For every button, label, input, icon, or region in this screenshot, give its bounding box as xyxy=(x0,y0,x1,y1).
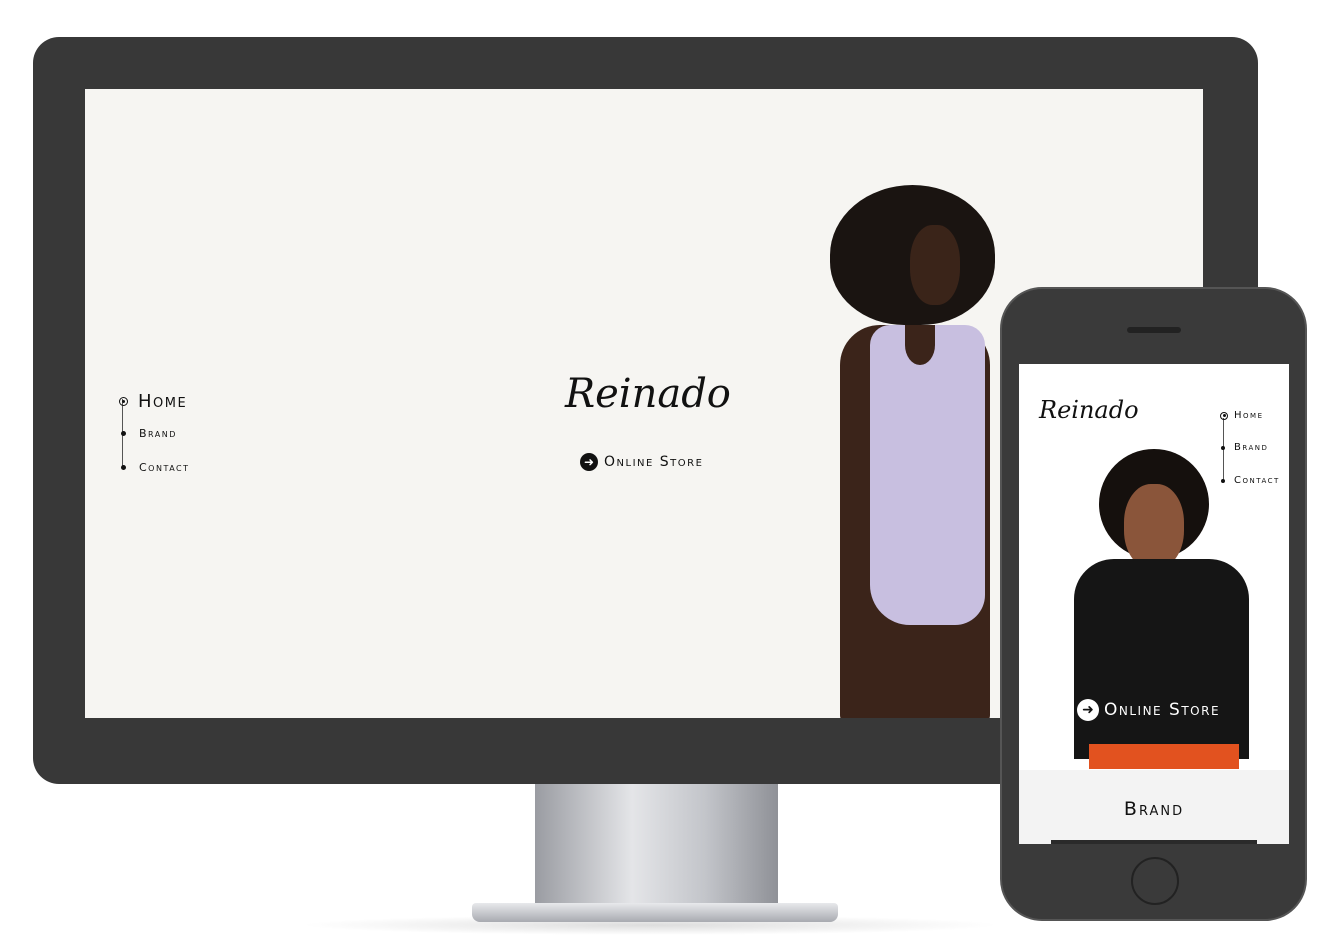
mobile-online-store-link[interactable]: ➜ Online Store xyxy=(1077,699,1220,721)
nav-item-home[interactable]: Home xyxy=(119,391,187,412)
model-photo xyxy=(830,185,1000,718)
desktop-nav: Home Brand Contact xyxy=(119,391,239,474)
model-photo xyxy=(1074,449,1249,769)
brand-section-title: Brand xyxy=(1123,798,1185,820)
bullet-icon xyxy=(121,431,126,436)
nav-item-home[interactable]: Home xyxy=(1220,410,1264,421)
nav-item-contact[interactable]: Contact xyxy=(121,461,190,474)
mobile-phone: Reinado Home Brand Contact ➜ Online Stor… xyxy=(1000,287,1307,921)
online-store-link[interactable]: ➜ Online Store xyxy=(580,453,703,471)
mobile-logo[interactable]: Reinado xyxy=(1039,396,1139,424)
arrow-right-icon: ➜ xyxy=(1077,699,1099,721)
section-bar xyxy=(1051,840,1257,844)
bullet-icon xyxy=(1221,478,1225,483)
monitor-base xyxy=(472,903,838,922)
mobile-nav: Home Brand Contact xyxy=(1220,410,1289,486)
arrow-right-icon: ➜ xyxy=(580,453,598,471)
active-indicator-icon xyxy=(1220,411,1228,420)
active-indicator-icon xyxy=(119,397,128,406)
phone-home-button[interactable] xyxy=(1131,857,1179,905)
brand-section: Brand xyxy=(1019,770,1289,844)
logo[interactable]: Reinado xyxy=(565,371,731,417)
nav-item-brand[interactable]: Brand xyxy=(1221,442,1268,453)
bullet-icon xyxy=(121,465,126,470)
bullet-icon xyxy=(1221,445,1225,450)
nav-item-brand[interactable]: Brand xyxy=(121,427,177,440)
monitor-stand xyxy=(535,784,778,906)
mobile-screen: Reinado Home Brand Contact ➜ Online Stor… xyxy=(1019,364,1289,844)
phone-speaker xyxy=(1127,327,1181,333)
nav-item-contact[interactable]: Contact xyxy=(1221,475,1280,486)
